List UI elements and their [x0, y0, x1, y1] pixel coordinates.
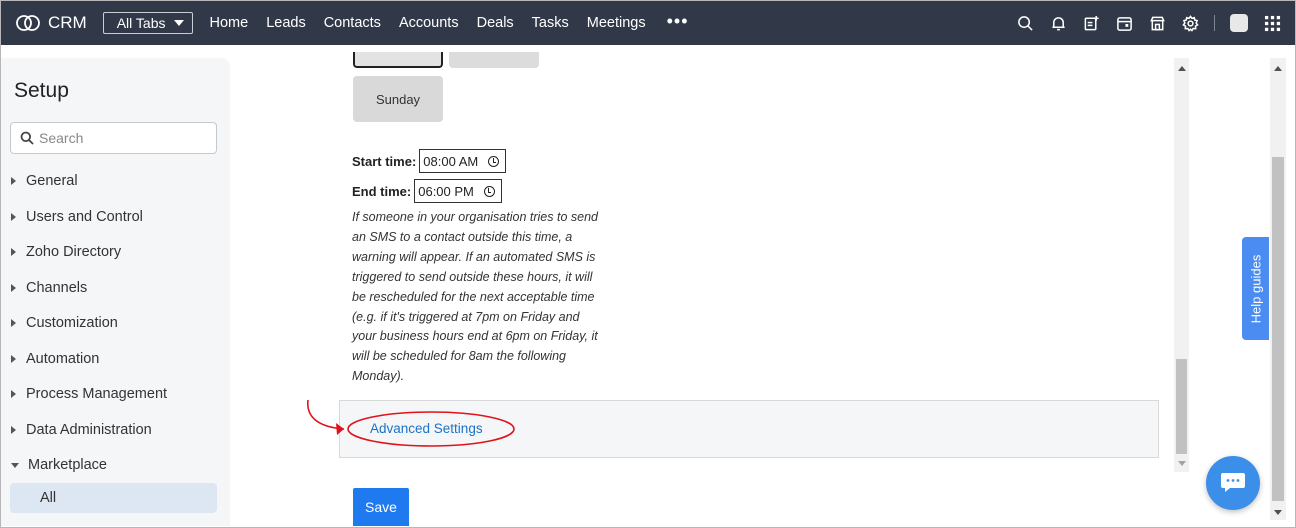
note-line: will be scheduled for 8am the following [352, 349, 567, 364]
sidebar-item-customization[interactable]: Customization [11, 315, 118, 331]
more-tabs-icon[interactable]: ••• [667, 11, 689, 32]
sidebar-item-label: Data Administration [26, 422, 152, 438]
add-record-icon[interactable] [1082, 14, 1100, 32]
page-scroll-up-arrow-icon[interactable] [1274, 66, 1282, 71]
chevron-right-icon [11, 426, 16, 434]
sidebar-item-automation[interactable]: Automation [11, 351, 99, 367]
note-line: (e.g. if it's triggered at 7pm on Friday… [352, 309, 580, 324]
scroll-down-arrow-icon[interactable] [1178, 461, 1186, 466]
chevron-right-icon [11, 284, 16, 292]
sidebar-item-marketplace[interactable]: Marketplace [11, 457, 107, 473]
all-tabs-dropdown[interactable]: All Tabs [102, 12, 193, 34]
crm-logo-icon [16, 15, 40, 31]
note-line: Monday). [352, 369, 405, 384]
clock-icon [483, 185, 495, 197]
sidebar-search[interactable] [10, 122, 217, 154]
start-time-input[interactable]: 08:00 AM [419, 149, 507, 173]
help-guides-tab[interactable]: Help guides [1242, 237, 1269, 340]
start-time-row: Start time: 08:00 AM [352, 149, 507, 173]
tab-home[interactable]: Home [210, 15, 249, 31]
help-guides-label: Help guides [1248, 254, 1263, 323]
apps-grid-icon[interactable] [1263, 14, 1281, 32]
calendar-icon[interactable] [1115, 14, 1133, 32]
all-tabs-label: All Tabs [116, 15, 166, 31]
sidebar-item-data-administration[interactable]: Data Administration [11, 422, 152, 438]
tab-tasks[interactable]: Tasks [532, 15, 569, 31]
setup-sidebar: Setup General Users and Control Zoho Dir… [1, 58, 230, 526]
start-time-label: Start time: [352, 153, 417, 169]
tab-deals[interactable]: Deals [477, 15, 514, 31]
save-button[interactable]: Save [353, 488, 409, 526]
content-scrollbar-thumb[interactable] [1176, 359, 1187, 454]
start-time-value: 08:00 AM [423, 153, 479, 169]
end-time-input[interactable]: 06:00 PM [414, 179, 502, 203]
sidebar-item-zoho-directory[interactable]: Zoho Directory [11, 244, 121, 260]
sidebar-item-label: General [26, 173, 78, 189]
tab-contacts[interactable]: Contacts [324, 15, 381, 31]
top-nav-bar: CRM All Tabs Home Leads Contacts Account… [1, 1, 1295, 45]
chevron-right-icon [11, 248, 16, 256]
marketplace-icon[interactable] [1148, 14, 1166, 32]
chevron-right-icon [11, 319, 16, 327]
note-line: If someone in your organisation tries to… [352, 210, 598, 224]
chevron-down-icon [11, 462, 19, 468]
crm-logo[interactable]: CRM [15, 13, 87, 33]
sidebar-title: Setup [14, 79, 69, 102]
page-scroll-down-arrow-icon[interactable] [1274, 510, 1282, 515]
note-line: be rescheduled for the next acceptable t… [352, 289, 595, 304]
sidebar-item-process-management[interactable]: Process Management [11, 386, 167, 402]
sidebar-item-label: Users and Control [26, 209, 143, 225]
end-time-row: End time: 06:00 PM [352, 179, 502, 203]
day-button[interactable] [449, 52, 539, 68]
chat-button[interactable] [1206, 456, 1260, 510]
brand-name: CRM [48, 13, 87, 32]
chevron-right-icon [11, 390, 16, 398]
note-line: your business hours end at 6pm on Friday… [352, 329, 598, 344]
note-line: triggered to send outside these hours, i… [352, 269, 593, 284]
sidebar-item-label: Channels [26, 280, 88, 296]
sidebar-item-channels[interactable]: Channels [11, 280, 87, 296]
search-input[interactable] [39, 130, 209, 146]
day-button-sunday[interactable]: Sunday [353, 76, 443, 122]
sms-settings-content: Sunday Start time: 08:00 AM End time: 06… [245, 52, 1191, 526]
avatar[interactable] [1230, 14, 1248, 32]
sidebar-item-label: Customization [26, 315, 118, 331]
nav-icon-group [1001, 1, 1281, 45]
nav-divider [1214, 15, 1215, 31]
tab-accounts[interactable]: Accounts [399, 15, 459, 31]
chevron-right-icon [11, 355, 16, 363]
advanced-settings-panel: Advanced Settings [339, 400, 1159, 458]
search-icon [20, 131, 34, 145]
sidebar-subitem-all[interactable]: All [10, 483, 217, 513]
scroll-up-arrow-icon[interactable] [1178, 66, 1186, 71]
tab-leads[interactable]: Leads [266, 15, 306, 31]
day-button-selected[interactable] [353, 52, 443, 68]
caret-down-icon [173, 20, 184, 26]
sidebar-item-label: Marketplace [28, 457, 107, 473]
end-time-label: End time: [352, 183, 412, 199]
sidebar-item-label: Zoho Directory [26, 244, 122, 260]
end-time-value: 06:00 PM [418, 183, 474, 199]
note-line: an SMS to a contact outside this time, a [352, 229, 573, 244]
chevron-right-icon [11, 177, 16, 185]
sms-hours-note: If someone in your organisation tries to… [352, 208, 602, 387]
tab-meetings[interactable]: Meetings [587, 15, 646, 31]
sidebar-item-users-and-control[interactable]: Users and Control [11, 209, 143, 225]
chat-icon [1221, 473, 1245, 492]
settings-icon[interactable] [1181, 14, 1199, 32]
module-tabs: Home Leads Contacts Accounts Deals Tasks… [210, 15, 664, 31]
sidebar-item-label: Automation [26, 351, 100, 367]
note-line: warning will appear. If an automated SMS… [352, 249, 596, 264]
sidebar-item-general[interactable]: General [11, 173, 78, 189]
chevron-right-icon [11, 213, 16, 221]
bell-icon[interactable] [1049, 14, 1067, 32]
page-scrollbar-thumb[interactable] [1272, 157, 1284, 501]
search-icon[interactable] [1016, 14, 1034, 32]
advanced-settings-link[interactable]: Advanced Settings [370, 421, 483, 436]
sidebar-item-label: Process Management [26, 386, 168, 402]
clock-icon [488, 155, 500, 167]
